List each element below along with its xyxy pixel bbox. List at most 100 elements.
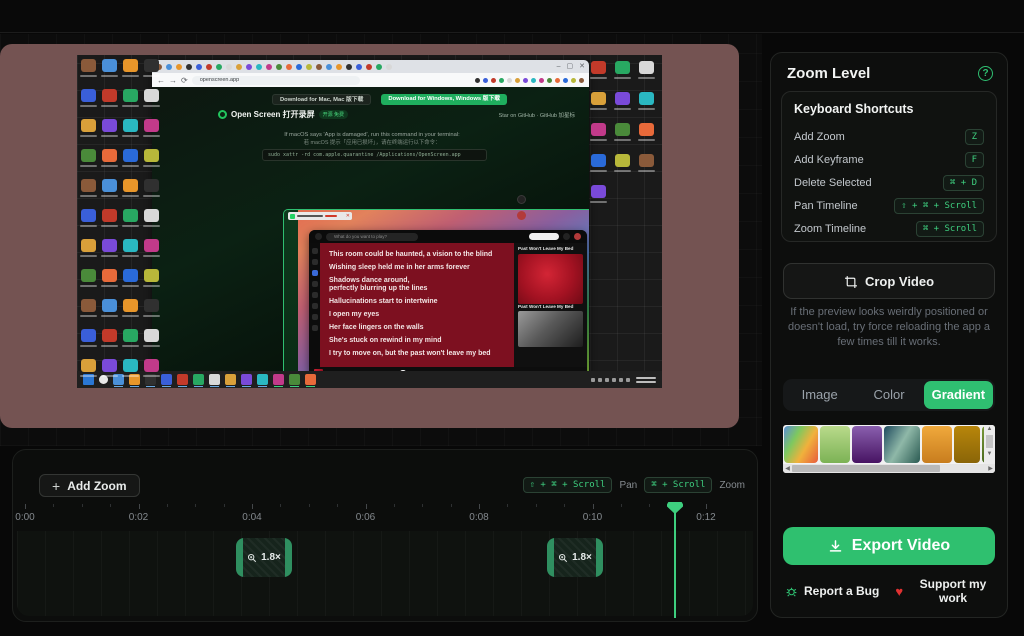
add-zoom-button[interactable]: + Add Zoom	[39, 474, 140, 497]
zoom-clip[interactable]: 1.8×	[547, 538, 603, 577]
export-video-button[interactable]: Export Video	[783, 527, 995, 565]
desktop-icon	[123, 299, 138, 312]
zoom-label: Zoom	[719, 480, 745, 491]
desktop-icon	[102, 209, 117, 222]
now-playing-title: Past Won't Leave My Bed	[518, 246, 583, 251]
spotify-topbar: What do you want to play?	[309, 230, 587, 243]
bell-icon	[563, 233, 570, 240]
timeline-track[interactable]: 1.8× 1.8×	[17, 531, 753, 616]
playhead[interactable]	[674, 504, 676, 618]
embedded-mac-screenshot: ✕ What do you want to play?	[284, 210, 589, 387]
taskbar-app-icon	[305, 374, 316, 385]
forward-icon: →	[169, 76, 177, 85]
taskbar-app-icon	[257, 374, 268, 385]
desktop-icon	[123, 359, 138, 372]
heart-icon: ♥	[895, 584, 903, 599]
desktop-icon	[639, 92, 654, 105]
site-badge: 开源 免费	[319, 110, 348, 119]
crop-video-button[interactable]: Crop Video	[783, 263, 995, 299]
shortcut-keys: ⌘ + Scroll	[916, 221, 984, 237]
gradient-swatch[interactable]	[954, 426, 980, 463]
shortcut-keys: Z	[965, 129, 984, 145]
shortcut-row: Add ZoomZ	[794, 125, 984, 148]
video-background-card: –▢✕ ← → ⟳ openscreen.app Download for Ma…	[0, 44, 739, 428]
zoom-clip[interactable]: 1.8×	[236, 538, 292, 577]
ruler-time-label: 0:02	[129, 512, 148, 523]
ruler-time-label: 0:10	[583, 512, 602, 523]
shortcut-row: Pan Timeline⇧ + ⌘ + Scroll	[794, 194, 984, 217]
desktop-icon	[144, 179, 159, 192]
desktop-icon	[144, 329, 159, 342]
taskbar-app-icon	[209, 374, 220, 385]
lyric-line: Her face lingers on the walls	[329, 324, 514, 332]
ruler-time-label: 0:04	[242, 512, 261, 523]
preview-hint-text: If the preview looks weirdly positioned …	[785, 305, 993, 350]
desktop-icon	[102, 149, 117, 162]
desktop-icon	[102, 329, 117, 342]
terminal-command: sudo xattr -rd com.apple.quarantine /App…	[262, 149, 487, 161]
desktop-icon	[81, 119, 96, 132]
site-title: Open Screen 打开录屏	[231, 109, 315, 120]
lyric-line: perfectly blurring up the lines	[329, 285, 514, 293]
desktop-icon	[81, 179, 96, 192]
taskbar-app-icon	[273, 374, 284, 385]
tab-color[interactable]: Color	[854, 381, 923, 409]
timeline-ruler[interactable]: 0:000:020:040:060:080:100:12	[13, 502, 757, 531]
desktop-icon	[591, 92, 606, 105]
desktop-icon	[123, 89, 138, 102]
vertical-scrollbar[interactable]: ▲▼	[984, 425, 995, 464]
zoom-clip-label: 1.8×	[572, 552, 592, 563]
openscreen-website: Download for Mac, Mac 版下载 Download for W…	[152, 87, 589, 388]
desktop-icon	[615, 123, 630, 136]
tab-image[interactable]: Image	[785, 381, 854, 409]
site-note-en: If macOS says 'App is damaged', run this…	[192, 131, 552, 139]
panel-title: Zoom Level	[787, 65, 870, 82]
desktop-icon	[144, 239, 159, 252]
windows-taskbar	[77, 371, 662, 388]
taskbar-app-icon	[177, 374, 188, 385]
desktop-icon	[81, 89, 96, 102]
preview-canvas: –▢✕ ← → ⟳ openscreen.app Download for Ma…	[0, 34, 762, 446]
zoom-clip-label: 1.8×	[261, 552, 281, 563]
shortcuts-title: Keyboard Shortcuts	[794, 102, 984, 116]
desktop-icon	[144, 299, 159, 312]
support-link[interactable]: Support my work	[913, 577, 993, 605]
album-art	[518, 254, 583, 304]
desktop-icon	[123, 329, 138, 342]
desktop-icon	[144, 269, 159, 282]
tab-gradient[interactable]: Gradient	[924, 381, 993, 409]
desktop-icon	[144, 89, 159, 102]
gradient-swatch[interactable]	[884, 426, 920, 463]
shortcut-keys: ⌘ + D	[943, 175, 984, 191]
browser-tabstrip: –▢✕	[152, 60, 589, 73]
lyric-line: Hallucinations start to intertwine	[329, 298, 514, 306]
ruler-time-label: 0:00	[15, 512, 34, 523]
download-icon	[828, 539, 843, 554]
desktop-icon	[144, 59, 159, 72]
desktop-icon	[615, 154, 630, 167]
gradient-swatch[interactable]	[922, 426, 952, 463]
horizontal-scrollbar[interactable]: ◀▶	[783, 464, 995, 473]
gradient-picker[interactable]: ▲▼ ◀▶	[783, 425, 995, 473]
desktop-icon	[81, 269, 96, 282]
lyric-line: She's stuck on rewind in my mind	[329, 337, 514, 345]
gradient-swatch[interactable]	[784, 426, 818, 463]
lyric-line: I open my eyes	[329, 311, 514, 319]
desktop-icon	[123, 269, 138, 282]
desktop-icon	[81, 239, 96, 252]
keyboard-shortcuts-card: Keyboard Shortcuts Add ZoomZAdd Keyframe…	[781, 91, 997, 242]
desktop-icon	[591, 61, 606, 74]
spotify-search-input: What do you want to play?	[326, 233, 418, 241]
background-tabs: ImageColorGradient	[783, 379, 995, 411]
help-icon[interactable]: ?	[978, 66, 993, 81]
gradient-swatch[interactable]	[820, 426, 850, 463]
gradient-swatch[interactable]	[852, 426, 882, 463]
recorder-icon	[290, 214, 295, 219]
artist-photo	[518, 311, 583, 347]
report-bug-button[interactable]: Report a Bug	[785, 584, 879, 598]
shortcut-row: Delete Selected⌘ + D	[794, 171, 984, 194]
desktop-icon	[144, 149, 159, 162]
desktop-icon	[81, 359, 96, 372]
desktop-icon	[81, 59, 96, 72]
pan-label: Pan	[619, 480, 637, 491]
